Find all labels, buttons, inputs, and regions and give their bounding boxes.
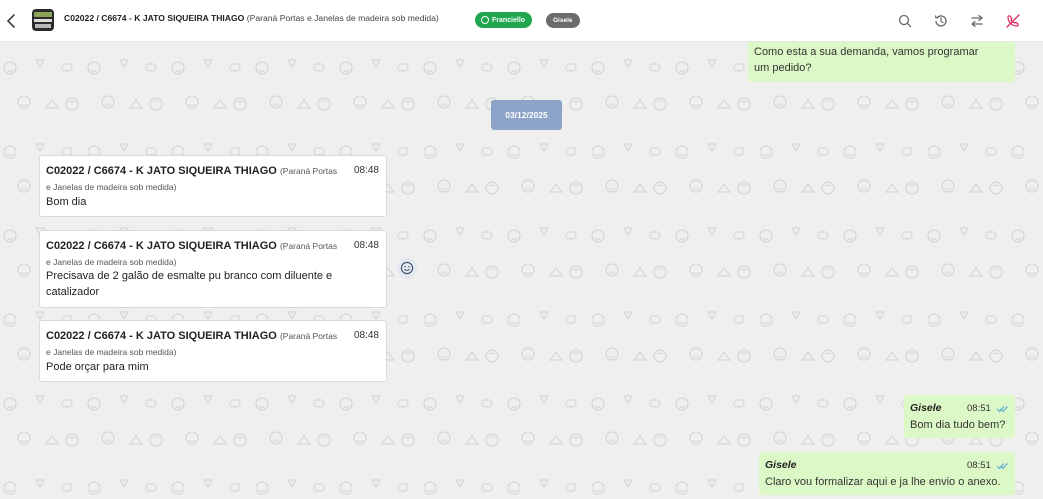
message-text: Bom dia <box>46 196 87 208</box>
agent-badge-label: Franciello <box>492 16 526 24</box>
message-incoming: C02022 / C6674 - K JATO SIQUEIRA THIAGO … <box>39 320 387 382</box>
transfer-icon[interactable] <box>969 13 985 29</box>
contact-title: C02022 / C6674 - K JATO SIQUEIRA THIAGO … <box>64 13 439 23</box>
message-sender: C02022 / C6674 - K JATO SIQUEIRA THIAGO <box>46 330 277 342</box>
message-sender-company-cont: e Janelas de madeira sob medida) <box>46 347 177 357</box>
read-check-icon <box>996 463 1008 470</box>
message-text: Pode orçar para mim <box>46 361 149 373</box>
message-sender: C02022 / C6674 - K JATO SIQUEIRA THIAGO <box>46 165 277 177</box>
end-chat-icon[interactable] <box>1005 13 1021 29</box>
message-time: 08:51 <box>967 403 991 414</box>
message-incoming: C02022 / C6674 - K JATO SIQUEIRA THIAGO … <box>39 230 387 308</box>
message-agent: Gisele <box>910 402 942 414</box>
message-time: 08:51 <box>967 460 991 471</box>
contact-avatar <box>32 9 54 31</box>
agent-badge[interactable]: Franciello <box>475 12 533 28</box>
message-time: 08:48 <box>353 240 379 251</box>
message-agent: Gisele <box>765 459 797 471</box>
message-text-line2: catalizador <box>46 286 100 298</box>
message-time: 08:48 <box>353 330 379 341</box>
message-outgoing: Gisele 08:51 Bom dia tudo bem? <box>904 395 1015 438</box>
whatsapp-icon <box>481 16 489 24</box>
message-sender-company: (Paraná Portas <box>279 166 338 176</box>
smiley-icon <box>400 261 414 275</box>
user-badge[interactable]: Gisele <box>546 13 580 28</box>
message-sender-company-cont: e Janelas de madeira sob medida) <box>46 182 177 192</box>
message-time: 08:48 <box>353 165 379 176</box>
read-check-icon <box>996 406 1008 413</box>
user-badge-label: Gisele <box>553 17 573 24</box>
chat-area[interactable]: Como esta a sua demanda, vamos programar… <box>0 42 1043 499</box>
history-icon[interactable] <box>933 13 949 29</box>
message-sender: C02022 / C6674 - K JATO SIQUEIRA THIAGO <box>46 240 277 252</box>
chat-header: C02022 / C6674 - K JATO SIQUEIRA THIAGO … <box>0 0 1043 42</box>
message-text: Precisava de 2 galão de esmalte pu branc… <box>46 270 333 282</box>
message-sender-company: (Paraná Portas <box>279 241 338 251</box>
message-incoming: C02022 / C6674 - K JATO SIQUEIRA THIAGO … <box>39 155 387 217</box>
emoji-reaction-button[interactable] <box>397 258 417 278</box>
search-icon[interactable] <box>897 13 913 29</box>
message-text-line2: um pedido? <box>754 62 812 74</box>
contact-name: C02022 / C6674 - K JATO SIQUEIRA THIAGO <box>64 13 245 23</box>
message-sender-company: (Paraná Portas <box>279 331 338 341</box>
message-text: Como esta a sua demanda, vamos programar <box>754 46 979 58</box>
message-outgoing: Gisele 08:51 Claro vou formalizar aqui e… <box>759 452 1015 495</box>
message-outgoing-top: Como esta a sua demanda, vamos programar… <box>748 42 1015 82</box>
back-icon[interactable] <box>4 12 18 30</box>
contact-company: (Paraná Portas e Janelas de madeira sob … <box>246 13 439 23</box>
date-separator: 03/12/2025 <box>491 100 562 130</box>
message-text: Bom dia tudo bem? <box>910 419 1006 431</box>
message-text: Claro vou formalizar aqui e ja lhe envio… <box>765 476 1001 488</box>
